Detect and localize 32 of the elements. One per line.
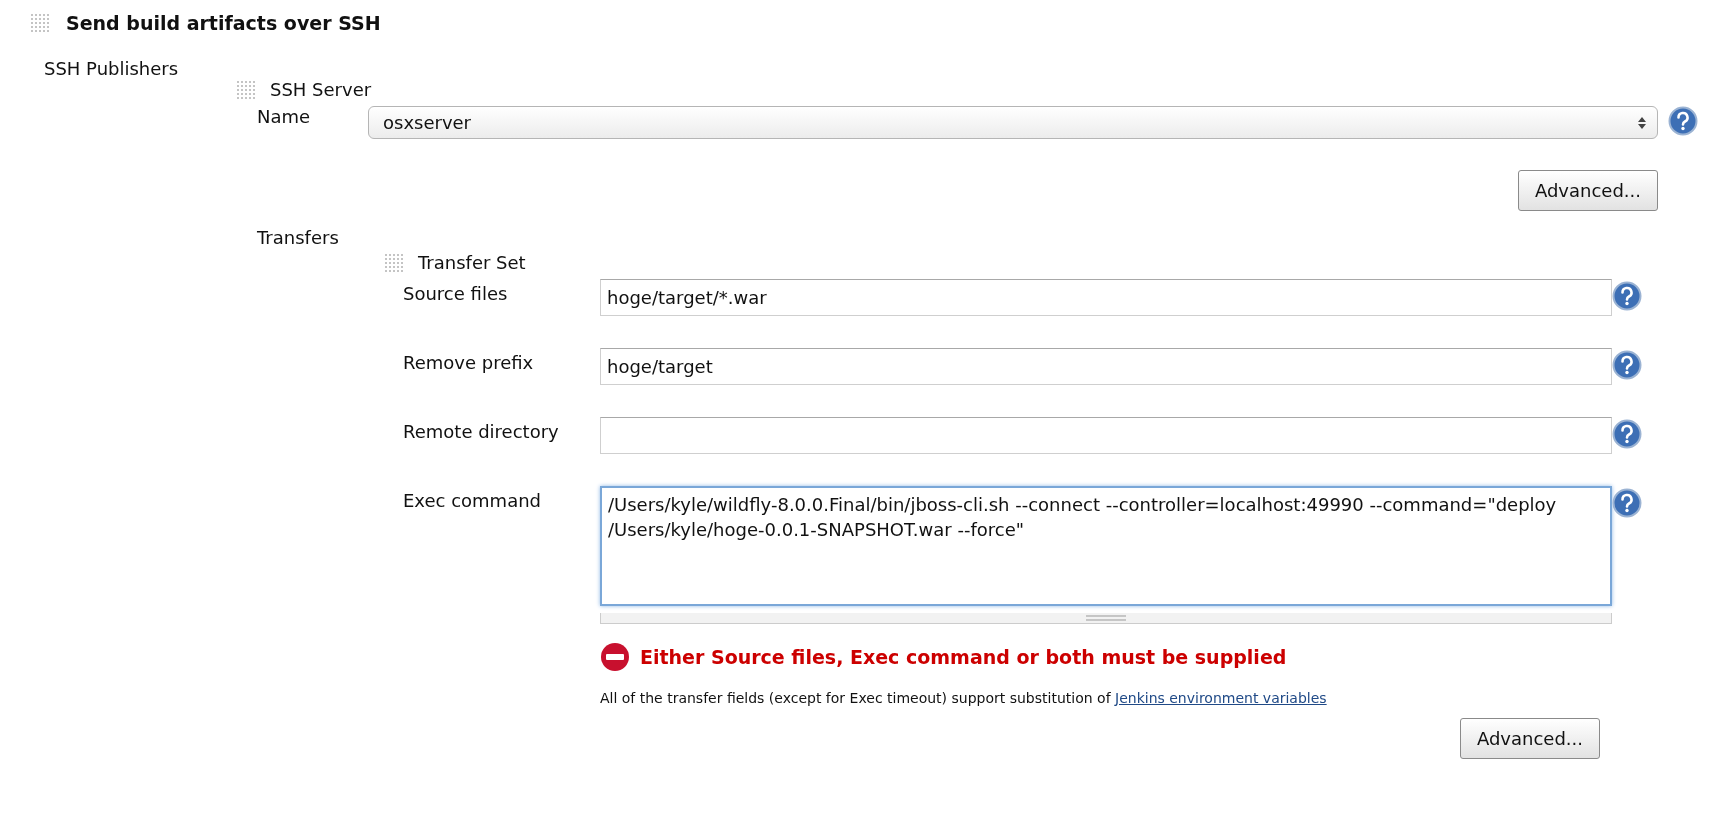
group-label: SSH Publishers xyxy=(44,58,179,79)
section-title: Send build artifacts over SSH xyxy=(66,12,381,34)
field-label: Remove prefix xyxy=(403,351,535,373)
field-label: Name xyxy=(257,106,312,127)
drag-handle-icon[interactable] xyxy=(384,252,404,273)
help-icon[interactable] xyxy=(1612,350,1642,380)
help-icon[interactable] xyxy=(1612,419,1642,449)
block-title: SSH Server xyxy=(270,79,372,100)
error-icon xyxy=(600,642,630,672)
block-title: Transfer Set xyxy=(418,252,526,273)
text-field[interactable] xyxy=(600,417,1612,454)
field-label: Source files xyxy=(403,282,509,304)
help-icon[interactable] xyxy=(1668,106,1698,136)
advanced-button[interactable]: Advanced... xyxy=(1517,170,1658,211)
field-label: Remote directory xyxy=(403,420,560,442)
group-label: Transfers xyxy=(257,227,339,248)
command-textarea[interactable]: /Users/kyle/wildfly-8.0.0.Final/bin/jboss-cli.sh --connect --controller=localhost:49990 --command="deploy /Users/kyle/hoge-0.0.1-SNAPSHOT.war --force" xyxy=(600,486,1612,606)
advanced-button[interactable]: Advanced... xyxy=(1459,718,1600,759)
resize-grip-icon[interactable] xyxy=(1086,615,1126,621)
help-note: All of the transfer fields (except for Exec timeout) support substitution of Jenkins environment variables xyxy=(600,690,1328,706)
help-icon[interactable] xyxy=(1612,281,1642,311)
field-label: Exec command xyxy=(403,489,542,511)
text-field[interactable]: hoge/target/*.war xyxy=(600,279,1612,316)
help-icon[interactable] xyxy=(1612,488,1642,518)
drag-handle-icon[interactable] xyxy=(236,79,256,100)
error-message: Either Source files, Exec command or both must be supplied xyxy=(640,646,1287,668)
dropdown-arrows-icon xyxy=(1637,115,1647,130)
text-field[interactable]: hoge/target xyxy=(600,348,1612,385)
drag-handle-icon[interactable] xyxy=(30,13,50,33)
resize-bar[interactable] xyxy=(600,613,1612,624)
server-select[interactable]: osxserver xyxy=(368,106,1658,139)
env-variables-link[interactable]: Jenkins environment variables xyxy=(1115,690,1327,706)
